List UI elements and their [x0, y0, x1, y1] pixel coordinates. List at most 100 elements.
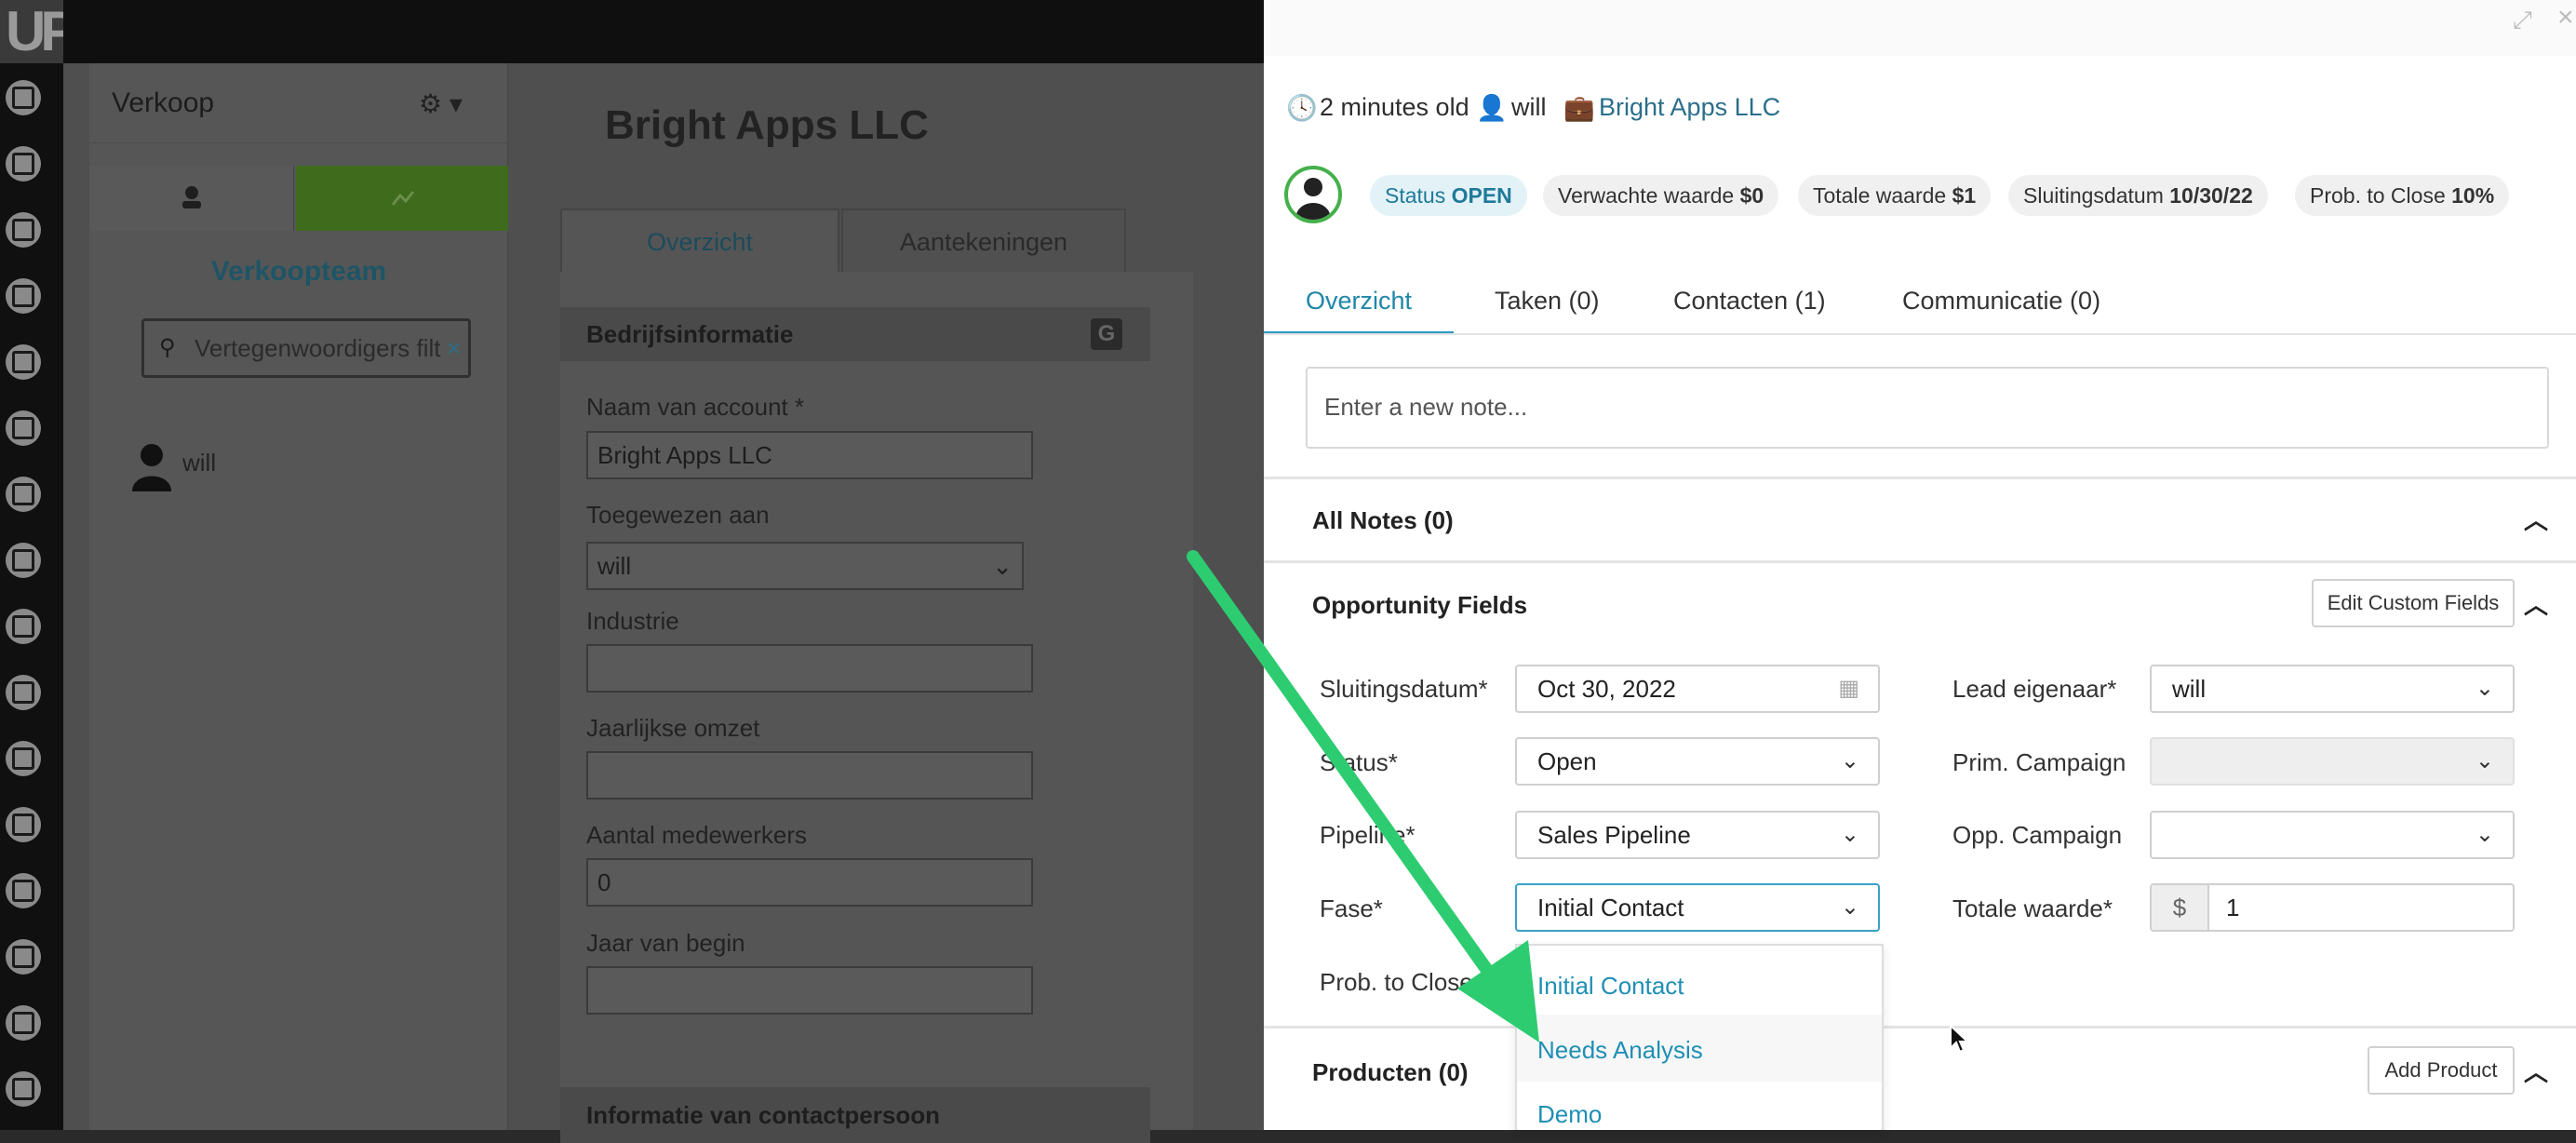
assigned-to-value: will [597, 552, 632, 580]
pipeline-icon[interactable] [6, 344, 41, 380]
lead-owner-label: Lead eigenaar* [1952, 675, 2117, 703]
employees-label: Aantal medewerkers [586, 821, 807, 849]
tab-tasks[interactable]: Taken (0) [1495, 279, 1600, 335]
phase-option[interactable]: Initial Contact [1537, 972, 1684, 1001]
lead-owner-select[interactable]: will ⌄ [2150, 665, 2515, 713]
year-started-input[interactable] [586, 966, 1033, 1015]
phase-option[interactable]: Needs Analysis [1537, 1036, 1703, 1065]
phase-select[interactable]: Initial Contact ⌄ [1515, 883, 1880, 932]
close-date-label: Sluitingsdatum* [1320, 675, 1488, 703]
products-title: Producten (0) [1312, 1058, 1469, 1086]
tab-overview[interactable]: Overzicht [1264, 279, 1454, 335]
total-value-input[interactable]: $ 1 [2150, 883, 2515, 932]
tv-icon[interactable] [6, 675, 41, 710]
all-notes-header[interactable]: All Notes (0) ︿ [1264, 477, 2576, 558]
calendar-icon[interactable] [6, 807, 41, 842]
thumbs-up-icon[interactable] [6, 609, 41, 644]
company-link[interactable]: Bright Apps LLC [1599, 93, 1780, 122]
status-value: OPEN [1451, 183, 1512, 208]
headset-icon[interactable] [6, 1005, 41, 1041]
prim-campaign-label: Prim. Campaign [1952, 748, 2127, 776]
rep-filter-placeholder: Vertegenwoordigers filt [195, 334, 441, 362]
rep-avatar-icon [132, 444, 171, 491]
map-icon[interactable] [6, 278, 41, 314]
contact-section-header: Informatie van contactpersoon [560, 1087, 1150, 1143]
handshake-icon[interactable] [6, 873, 41, 908]
tab-stats[interactable] [296, 166, 508, 231]
contacts-icon[interactable] [6, 80, 41, 115]
chart-icon[interactable] [6, 939, 41, 975]
prob-close-label: Prob. to Close [1320, 968, 1473, 996]
pipeline-select[interactable]: Sales Pipeline ⌄ [1515, 811, 1880, 859]
new-note-input[interactable]: Enter a new note... [1306, 367, 2549, 449]
google-icon[interactable]: G [1091, 318, 1122, 350]
tab-notes[interactable]: Aantekeningen [841, 208, 1126, 272]
status-badge: Status OPEN [1370, 175, 1527, 216]
annual-revenue-label: Jaarlijkse omzet [586, 714, 760, 742]
close-date-input[interactable]: Oct 30, 2022 ▦ [1515, 665, 1880, 713]
chevron-up-icon[interactable]: ︿ [2524, 479, 2548, 561]
status-label: Status* [1320, 748, 1398, 776]
clipboard-icon[interactable] [6, 212, 41, 248]
phase-option[interactable]: Demo [1537, 1100, 1602, 1129]
industry-input[interactable] [586, 644, 1033, 693]
top-bar [63, 0, 1264, 63]
pipeline-label: Pipeline* [1320, 821, 1415, 849]
opp-campaign-select[interactable]: ⌄ [2150, 811, 2515, 859]
status-label: Status [1385, 183, 1446, 208]
phase-label: Fase* [1320, 894, 1383, 922]
account-name-input[interactable]: Bright Apps LLC [586, 431, 1033, 479]
total-value-amount: 1 [2226, 894, 2240, 921]
year-started-label: Jaar van begin [586, 929, 745, 957]
list-icon[interactable] [6, 410, 41, 446]
mail-icon[interactable] [6, 146, 41, 182]
account-name-label: Naam van account * [586, 393, 805, 421]
mouse-cursor-icon [1950, 1024, 1970, 1054]
expand-icon[interactable]: ⤢ [2513, 6, 2532, 35]
owner-name[interactable]: will [1511, 93, 1547, 122]
gear-icon[interactable]: ⚙ ▾ [419, 88, 463, 119]
close-icon[interactable]: × [2557, 2, 2574, 34]
prob-close-badge: Prob. to Close 10% [2295, 175, 2510, 216]
annual-revenue-input[interactable] [586, 751, 1033, 800]
tab-team[interactable] [89, 166, 294, 231]
chevron-down-icon: ⌄ [1840, 822, 1859, 847]
prob-close-value: 10% [2451, 183, 2495, 208]
tab-contacts[interactable]: Contacten (1) [1673, 279, 1826, 335]
opp-campaign-label: Opp. Campaign [1952, 821, 2123, 849]
company-section-header: Bedrijfsinformatie [560, 307, 1150, 361]
chevron-up-icon[interactable]: ︿ [2524, 1029, 2548, 1116]
chevron-down-icon: ⌄ [2475, 822, 2494, 847]
industry-label: Industrie [586, 607, 679, 635]
megaphone-icon[interactable] [6, 477, 41, 512]
assigned-to-select[interactable]: will ⌄ [586, 542, 1024, 590]
clear-icon[interactable]: × [447, 321, 461, 375]
person-icon [182, 186, 201, 208]
close-date-badge: Sluitingsdatum 10/30/22 [2008, 175, 2268, 216]
rep-name[interactable]: will [182, 449, 216, 477]
edit-custom-fields-button[interactable]: Edit Custom Fields [2312, 579, 2515, 627]
expected-value-badge: Verwachte waarde $0 [1543, 175, 1779, 216]
assigned-to-label: Toegewezen aan [586, 501, 770, 529]
total-value: $1 [1952, 183, 1977, 208]
close-date-value: 10/30/22 [2169, 183, 2253, 208]
age-text: 2 minutes old [1320, 93, 1469, 121]
total-value-label: Totale waarde [1813, 183, 1947, 208]
phase-value: Initial Contact [1537, 894, 1684, 921]
total-value-label: Totale waarde* [1952, 894, 2113, 922]
user-settings-icon[interactable] [6, 1071, 41, 1107]
calendar-icon[interactable]: ▦ [1838, 666, 1859, 711]
prob-close-label: Prob. to Close [2310, 183, 2446, 208]
image-icon[interactable] [6, 741, 41, 776]
form-icon[interactable] [6, 543, 41, 578]
chevron-up-icon[interactable]: ︿ [2524, 563, 2548, 647]
add-product-button[interactable]: Add Product [2368, 1046, 2515, 1095]
status-select[interactable]: Open ⌄ [1515, 737, 1880, 786]
rep-filter-input[interactable]: ⚲ Vertegenwoordigers filt × [141, 318, 471, 378]
tab-overview[interactable]: Overzicht [560, 208, 839, 272]
tab-communication[interactable]: Communicatie (0) [1902, 279, 2100, 335]
search-icon: ⚲ [159, 335, 176, 360]
prim-campaign-select[interactable]: ⌄ [2150, 737, 2515, 786]
chevron-down-icon: ⌄ [1840, 894, 1859, 920]
employees-input[interactable]: 0 [586, 858, 1033, 907]
